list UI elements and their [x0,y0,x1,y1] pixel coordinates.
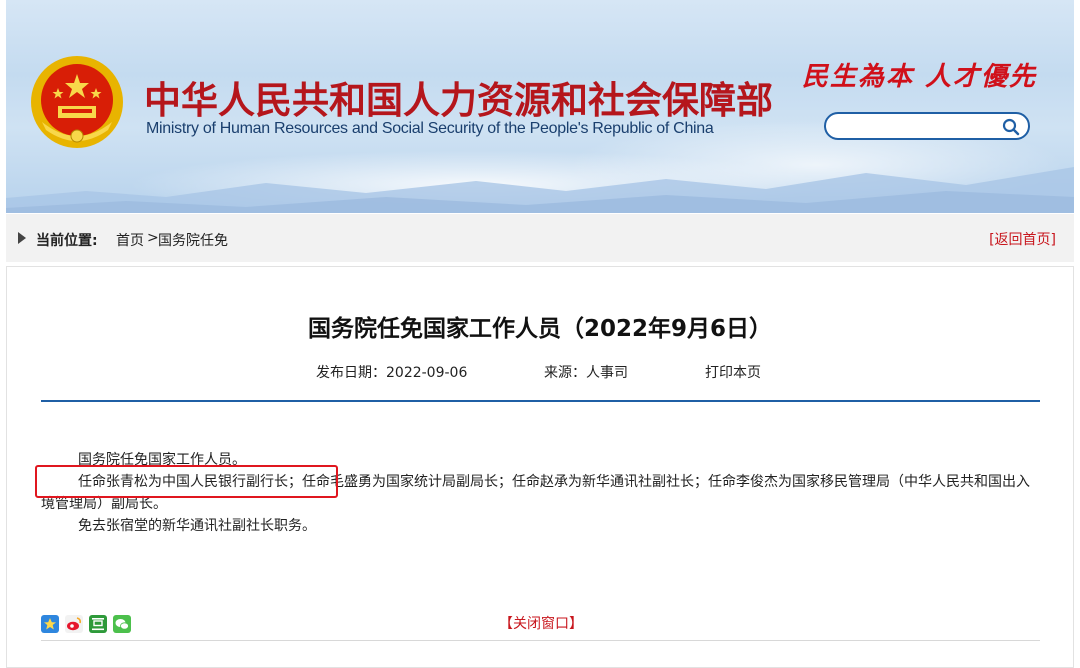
ministry-name-cn: 中华人民共和国人力资源和社会保障部 [144,79,773,122]
share-bar [41,615,131,633]
breadcrumb-current-link[interactable]: 国务院任免 [158,230,228,250]
publish-date: 发布日期：2022-09-06 [316,365,468,381]
search-icon[interactable] [1002,118,1020,136]
title-divider [41,400,1040,402]
paragraph-text: 免去张宿堂的新华通讯社副社长职务。 [78,518,316,534]
great-wall-decoration [6,167,1074,213]
bottom-divider [41,640,1040,641]
article-paragraph: 免去张宿堂的新华通讯社副社长职务。 [41,515,1041,537]
triangle-right-icon [18,232,26,244]
article-panel: 国务院任免国家工作人员（2022年9月6日） 发布日期：2022-09-06 来… [6,266,1074,668]
article-title: 国务院任免国家工作人员（2022年9月6日） [307,316,773,342]
search-input[interactable] [838,117,998,135]
ministry-name-en: Ministry of Human Resources and Social S… [146,120,714,137]
breadcrumb-separator: > [147,230,159,246]
national-emblem-icon [31,56,123,148]
breadcrumb-label: 当前位置: [36,233,98,249]
breadcrumb: 当前位置: 首页 > 国务院任免 [返回首页] [6,214,1074,262]
breadcrumb-home-link[interactable]: 首页 [116,230,144,250]
weibo-share-icon[interactable] [65,615,83,633]
douban-share-icon[interactable] [89,615,107,633]
article-source: 来源：人事司 [544,365,628,381]
close-window-link[interactable]: 【关闭窗口】 [499,613,583,633]
return-home-link[interactable]: [返回首页] [989,229,1056,249]
slogan: 民生為本 人才優先 [802,62,1038,92]
wechat-share-icon[interactable] [113,615,131,633]
highlight-box [35,465,338,498]
header-banner: 中华人民共和国人力资源和社会保障部 Ministry of Human Reso… [6,0,1074,213]
search-box[interactable] [824,112,1030,140]
qzone-share-icon[interactable] [41,615,59,633]
print-page-link[interactable]: 打印本页 [705,362,761,382]
